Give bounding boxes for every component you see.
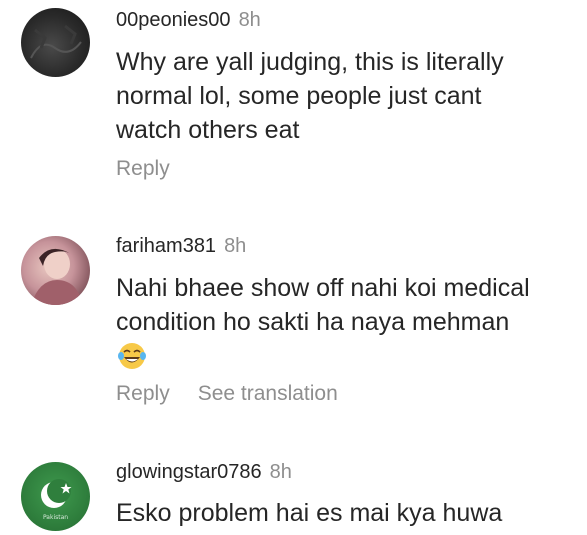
username[interactable]: 00peonies00 xyxy=(116,9,231,31)
comment-header: glowingstar0786 8h xyxy=(116,461,292,484)
see-translation-button[interactable]: See translation xyxy=(198,382,338,406)
avatar[interactable]: Pakistan xyxy=(21,462,90,531)
comment-header: fariham381 8h xyxy=(116,235,246,258)
comment-header: 00peonies00 8h xyxy=(116,9,261,32)
avatar[interactable] xyxy=(21,236,90,305)
comment-text: Why are yall judging, this is literally … xyxy=(116,45,566,147)
avatar[interactable] xyxy=(21,8,90,77)
reply-button[interactable]: Reply xyxy=(116,382,170,406)
comment-actions: Reply xyxy=(116,157,198,181)
comment-line: Why are yall judging, this is literally xyxy=(116,48,504,76)
reply-button[interactable]: Reply xyxy=(116,157,170,181)
comment-line: Nahi bhaee show off nahi koi medical xyxy=(116,274,530,302)
timestamp: 8h xyxy=(269,461,292,483)
laughing-tears-emoji xyxy=(118,343,146,369)
username[interactable]: glowingstar0786 xyxy=(116,461,262,483)
comment-actions: Reply See translation xyxy=(116,382,366,406)
username[interactable]: fariham381 xyxy=(116,235,216,257)
comment-text: Esko problem hai es mai kya huwa xyxy=(116,496,566,530)
avatar-image xyxy=(31,248,83,305)
comment-line: watch others eat xyxy=(116,116,300,144)
avatar-image xyxy=(30,24,82,59)
timestamp: 8h xyxy=(224,235,247,257)
timestamp: 8h xyxy=(238,9,261,31)
comment-text: Nahi bhaee show off nahi koi medical con… xyxy=(116,271,566,339)
comment-line: normal lol, some people just cant xyxy=(116,82,482,110)
comment-line: Esko problem hai es mai kya huwa xyxy=(116,499,503,527)
avatar-caption: Pakistan xyxy=(42,514,69,521)
comment-line: condition ho sakti ha naya mehman xyxy=(116,308,510,336)
